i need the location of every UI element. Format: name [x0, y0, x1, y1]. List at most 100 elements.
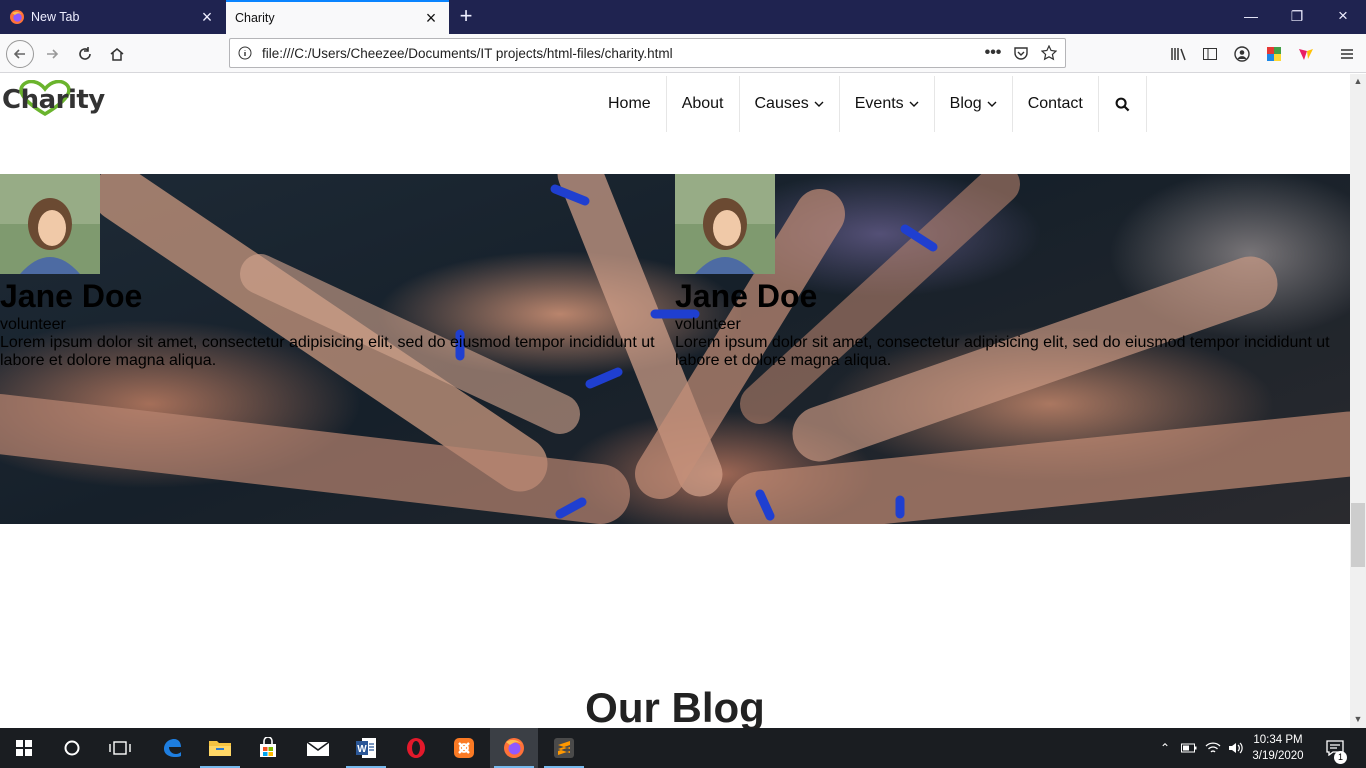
tab-charity[interactable]: Charity × [226, 0, 449, 34]
task-view-icon [109, 741, 131, 755]
pocket-icon[interactable] [1009, 41, 1033, 65]
taskbar-xampp[interactable] [440, 728, 488, 768]
account-icon[interactable] [1231, 43, 1253, 65]
start-button[interactable] [0, 728, 48, 768]
tab-label: Charity [235, 11, 275, 25]
xampp-icon [454, 738, 474, 758]
clock-time: 10:34 PM [1253, 734, 1303, 746]
menu-causes[interactable]: Causes [740, 76, 840, 132]
volunteer-name: Jane Doe [675, 278, 818, 314]
menu-blog[interactable]: Blog [935, 76, 1013, 132]
opera-icon [407, 738, 425, 758]
volunteer-card: Jane Doe volunteer Lorem ipsum dolor sit… [0, 174, 675, 370]
volunteers-section: Jane Doe volunteer Lorem ipsum dolor sit… [0, 174, 1350, 524]
clock-date: 3/19/2020 [1252, 750, 1304, 762]
tab-label: New Tab [31, 10, 80, 24]
sublime-text-icon [554, 738, 574, 758]
page-actions-icon[interactable]: ••• [981, 41, 1005, 65]
taskbar-file-explorer[interactable] [196, 728, 244, 768]
sidebar-icon[interactable] [1199, 43, 1221, 65]
reload-icon [79, 47, 91, 60]
scroll-down-arrow-icon[interactable]: ▼ [1350, 712, 1366, 726]
chevron-down-icon [987, 101, 997, 107]
volunteer-role: volunteer [675, 316, 741, 333]
windows-logo-icon [16, 740, 32, 756]
color-extension-icon[interactable] [1263, 43, 1285, 65]
page-scrollbar[interactable] [1350, 74, 1366, 728]
scrollbar-thumb[interactable] [1351, 503, 1365, 567]
folder-icon [209, 741, 231, 756]
menu-label: Contact [1027, 95, 1083, 112]
close-tab-icon[interactable]: × [195, 8, 219, 26]
volunteer-card: Jane Doe volunteer Lorem ipsum dolor sit… [675, 174, 1350, 370]
taskbar-word[interactable]: W [342, 728, 390, 768]
task-view-button[interactable] [96, 728, 144, 768]
mail-icon [306, 741, 330, 756]
browser-navigation-bar: file:///C:/Users/Cheezee/Documents/IT pr… [0, 34, 1366, 73]
menu-icon[interactable] [1336, 43, 1358, 65]
menu-events[interactable]: Events [840, 76, 935, 132]
main-menu: Home About Causes Events Blog Contact [593, 76, 1147, 132]
menu-about[interactable]: About [667, 76, 740, 132]
home-button[interactable] [103, 40, 131, 68]
chevron-down-icon [909, 101, 919, 107]
menu-label: Causes [754, 95, 809, 112]
battery-icon[interactable] [1180, 738, 1198, 758]
menu-home[interactable]: Home [593, 76, 667, 132]
volunteer-bio: Lorem ipsum dolor sit amet, consectetur … [675, 334, 1330, 369]
menu-contact[interactable]: Contact [1013, 76, 1099, 132]
taskbar-sublime[interactable] [540, 728, 588, 768]
minimize-button[interactable]: — [1228, 0, 1274, 34]
tab-new-tab[interactable]: New Tab × [0, 0, 225, 34]
volunteer-photo [675, 174, 775, 274]
store-bag-icon [260, 737, 276, 757]
restore-button[interactable]: ❐ [1274, 0, 1320, 34]
taskbar-store[interactable] [244, 728, 292, 768]
menu-label: Blog [949, 95, 982, 112]
menu-search[interactable] [1099, 76, 1147, 132]
arrow-left-icon [13, 49, 25, 59]
word-icon: W [356, 738, 376, 758]
taskbar-edge[interactable] [148, 728, 196, 768]
system-clock[interactable]: 10:34 PM 3/19/2020 [1246, 732, 1310, 764]
arrow-right-icon [47, 49, 59, 59]
notification-count-badge: 1 [1334, 751, 1347, 764]
extension-icon[interactable] [1295, 43, 1317, 65]
library-icon[interactable] [1168, 43, 1190, 65]
blog-heading: Our Blog [585, 684, 765, 728]
edge-icon [164, 739, 181, 757]
close-tab-icon[interactable]: × [419, 9, 443, 27]
bookmark-star-icon[interactable] [1037, 41, 1061, 65]
search-button[interactable] [48, 728, 96, 768]
url-text[interactable]: file:///C:/Users/Cheezee/Documents/IT pr… [262, 46, 981, 61]
taskbar-mail[interactable] [294, 728, 342, 768]
chevron-down-icon [814, 101, 824, 107]
close-window-button[interactable]: × [1320, 0, 1366, 34]
site-header: Charity Home About Causes Events Blog Co… [0, 74, 1350, 158]
chevron-up-icon[interactable]: ⌃ [1156, 738, 1174, 758]
search-icon [1115, 97, 1130, 111]
reload-button[interactable] [71, 40, 99, 68]
volunteer-name: Jane Doe [0, 278, 143, 314]
volume-icon[interactable] [1227, 738, 1245, 758]
volunteer-bio: Lorem ipsum dolor sit amet, consectetur … [0, 334, 655, 369]
firefox-icon [10, 10, 24, 24]
wifi-icon[interactable] [1204, 738, 1222, 758]
menu-label: Events [854, 95, 904, 112]
scroll-up-arrow-icon[interactable]: ▲ [1350, 74, 1366, 88]
home-icon [110, 48, 124, 61]
menu-label: About [681, 95, 724, 112]
site-logo[interactable]: Charity [2, 85, 105, 115]
page-viewport: Charity Home About Causes Events Blog Co… [0, 74, 1350, 728]
taskbar-opera[interactable] [392, 728, 440, 768]
browser-tab-strip: New Tab × Charity × + — ❐ × [0, 0, 1366, 34]
address-bar[interactable]: file:///C:/Users/Cheezee/Documents/IT pr… [229, 38, 1066, 68]
windows-taskbar: W ⌃ 10:34 PM 3/19/2020 1 [0, 728, 1366, 768]
forward-button[interactable] [38, 40, 66, 68]
taskbar-firefox[interactable] [490, 728, 538, 768]
back-button[interactable] [6, 40, 34, 68]
new-tab-button[interactable]: + [456, 4, 476, 28]
cortana-circle-icon [64, 740, 80, 756]
volunteer-role: volunteer [0, 316, 66, 333]
info-icon[interactable] [238, 46, 252, 60]
